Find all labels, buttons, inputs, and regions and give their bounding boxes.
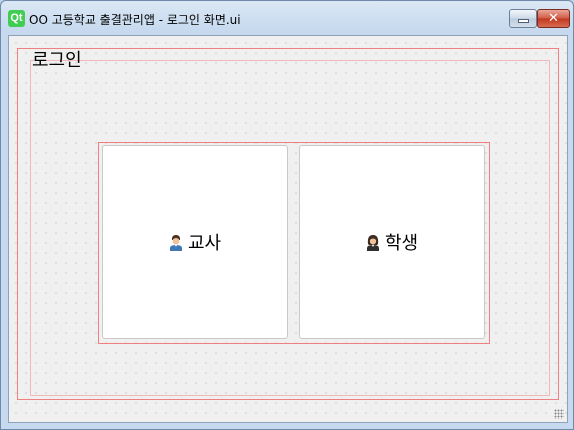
close-icon: ✕ (548, 11, 559, 26)
qt-logo-icon: Qt (8, 10, 25, 27)
role-button-layout: 교사 학생 (98, 142, 490, 344)
student-label: 학생 (384, 233, 419, 254)
teacher-person-icon (169, 234, 182, 251)
student-person-icon (366, 234, 379, 251)
login-group-box: 로그인 교사 학생 (17, 48, 559, 400)
login-group-title: 로그인 (32, 50, 82, 71)
resize-grip-icon[interactable] (554, 409, 564, 419)
title-bar[interactable]: Qt OO 고등학교 출결관리앱 - 로그인 화면.ui ✕ (1, 1, 573, 35)
teacher-label: 교사 (187, 233, 222, 254)
app-window: Qt OO 고등학교 출결관리앱 - 로그인 화면.ui ✕ 로그인 교사 학생 (0, 0, 574, 430)
close-button[interactable]: ✕ (537, 9, 570, 28)
minimize-button[interactable] (509, 9, 537, 28)
designer-canvas: 로그인 교사 학생 (8, 35, 568, 423)
window-title: OO 고등학교 출결관리앱 - 로그인 화면.ui (29, 13, 241, 27)
student-button[interactable]: 학생 (299, 145, 485, 339)
teacher-button[interactable]: 교사 (102, 145, 288, 339)
